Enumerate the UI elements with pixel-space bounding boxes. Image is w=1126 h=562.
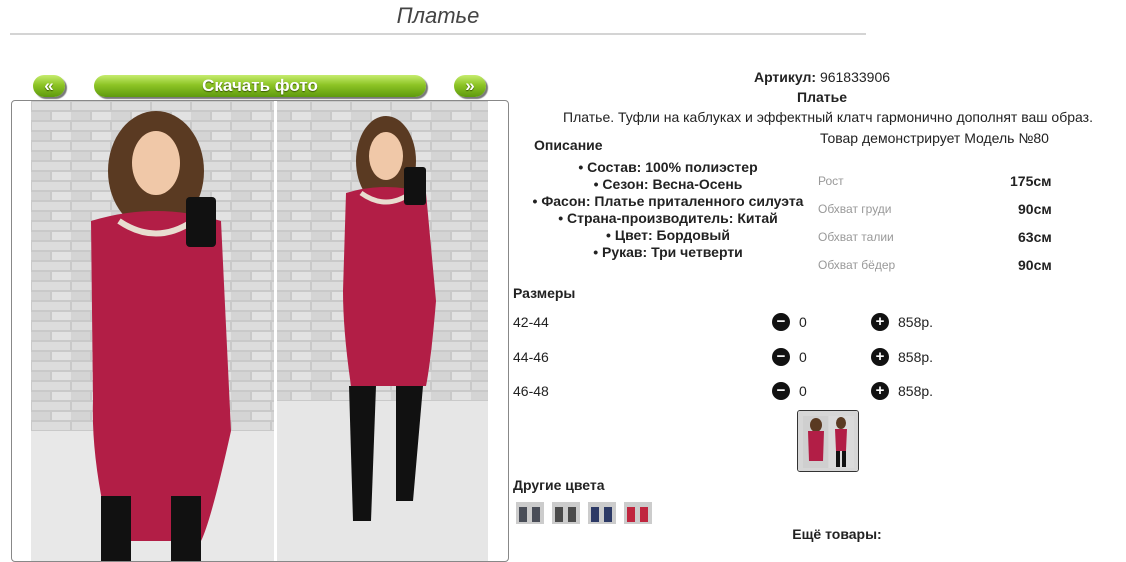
plus-icon[interactable]: + — [871, 313, 889, 331]
model-heading: Товар демонстрирует Модель №80 — [820, 130, 1049, 146]
model-param-value: 90см — [1018, 257, 1052, 273]
color-variant-thumbnail[interactable] — [552, 502, 580, 524]
model-param-label: Рост — [818, 174, 844, 188]
page-title: Платье — [396, 3, 480, 28]
photo-frame — [11, 100, 509, 562]
model-param-value: 90см — [1018, 201, 1052, 217]
article-number: 961833906 — [819, 69, 891, 85]
product-thumbnail[interactable] — [797, 410, 859, 472]
quantity-value: 0 — [799, 383, 807, 399]
minus-icon[interactable]: − — [772, 348, 790, 366]
plus-icon[interactable]: + — [871, 348, 889, 366]
size-label: 46-48 — [513, 383, 549, 399]
minus-icon[interactable]: − — [772, 382, 790, 400]
size-price: 858р. — [898, 349, 934, 365]
model-param-label: Обхват груди — [818, 202, 892, 216]
model-param-label: Обхват бёдер — [818, 258, 896, 272]
quantity-value: 0 — [799, 349, 807, 365]
quantity-value: 0 — [799, 314, 807, 330]
description-item: Цвет: Бордовый — [520, 227, 816, 244]
more-goods-heading: Ещё товары: — [792, 526, 882, 542]
article-line: Артикул: 961833906 — [520, 69, 1124, 85]
size-price: 858р. — [898, 314, 934, 330]
description-heading: Описание — [534, 137, 603, 153]
plus-icon[interactable]: + — [871, 382, 889, 400]
sizes-heading: Размеры — [513, 285, 576, 301]
prev-photo-button[interactable]: « — [33, 75, 65, 97]
description-item: Страна-производитель: Китай — [520, 210, 816, 227]
description-list: Состав: 100% полиэстер Сезон: Весна-Осен… — [520, 159, 816, 261]
minus-icon[interactable]: − — [772, 313, 790, 331]
article-label: Артикул: — [753, 69, 817, 85]
color-variant-thumbnail[interactable] — [624, 502, 652, 524]
color-variant-thumbnail[interactable] — [516, 502, 544, 524]
color-variant-thumbnail[interactable] — [588, 502, 616, 524]
size-price: 858р. — [898, 383, 934, 399]
description-item: Сезон: Весна-Осень — [520, 176, 816, 193]
product-name: Платье — [797, 89, 847, 105]
size-label: 42-44 — [513, 314, 549, 330]
product-photo[interactable] — [31, 101, 488, 561]
title-divider — [10, 33, 866, 35]
next-photo-button[interactable]: » — [454, 75, 486, 97]
download-photo-button[interactable]: Скачать фото — [94, 75, 426, 97]
description-item: Рукав: Три четверти — [520, 244, 816, 261]
other-colors-heading: Другие цвета — [513, 477, 605, 493]
description-item: Фасон: Платье приталенного силуэта — [520, 193, 816, 210]
model-param-value: 175см — [1010, 173, 1052, 189]
description-item: Состав: 100% полиэстер — [520, 159, 816, 176]
model-param-label: Обхват талии — [818, 230, 894, 244]
size-label: 44-46 — [513, 349, 549, 365]
model-param-value: 63см — [1018, 229, 1052, 245]
product-tagline: Платье. Туфли на каблуках и эффектный кл… — [563, 109, 1093, 125]
